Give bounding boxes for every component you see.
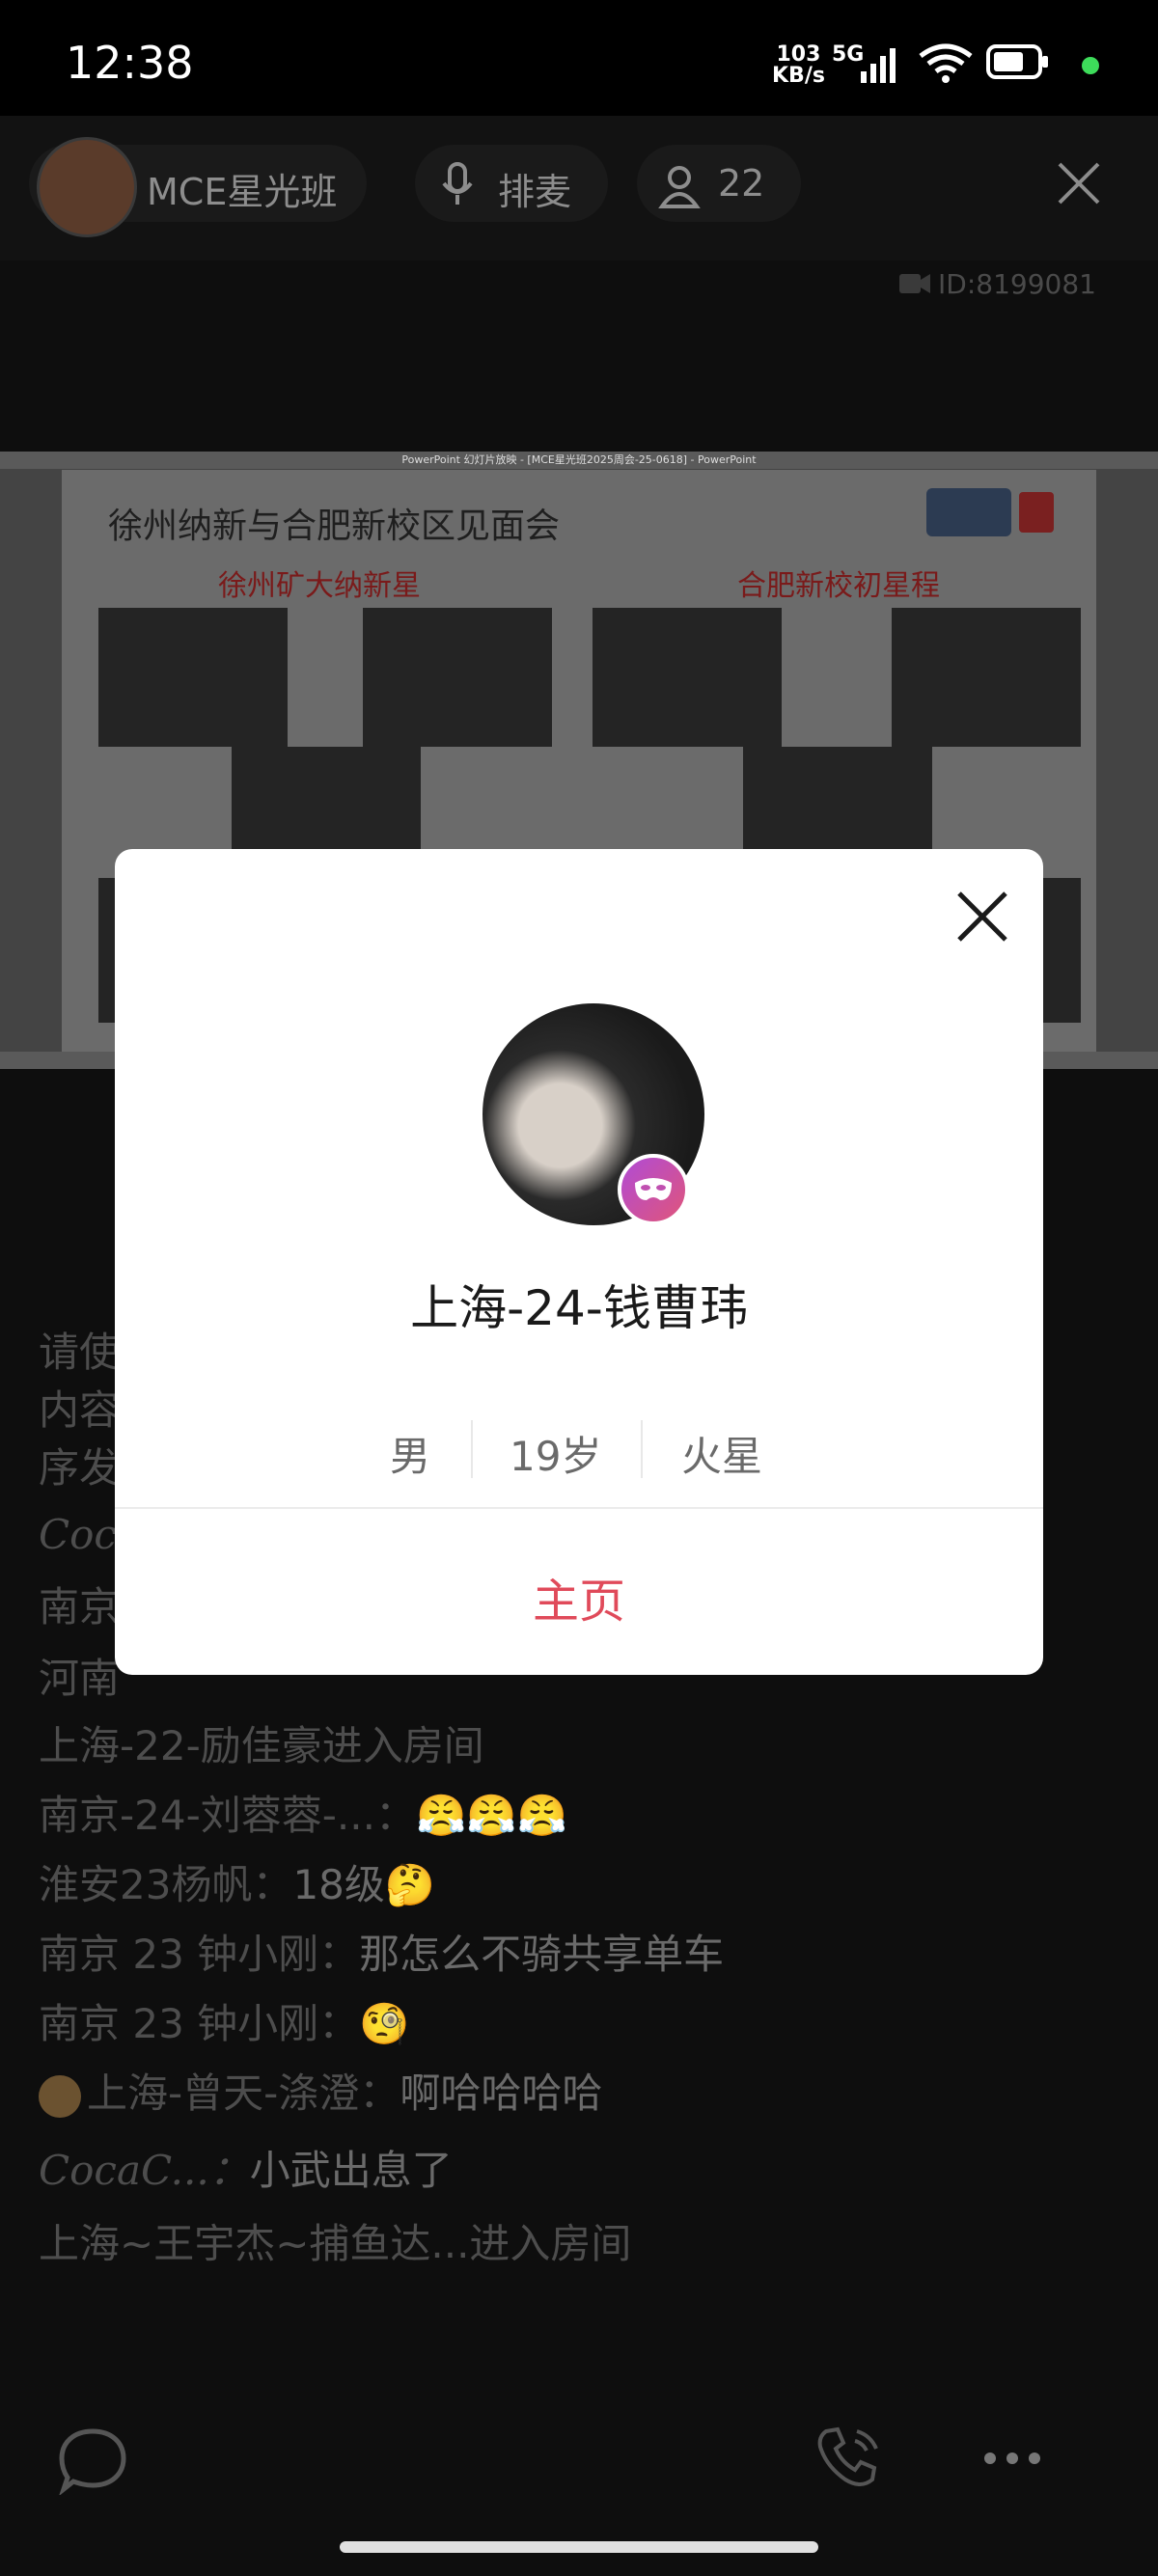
close-modal-icon[interactable] (955, 890, 1009, 944)
user-zodiac: 火星 (681, 1433, 763, 1480)
mask-icon (635, 1178, 672, 1200)
info-divider (471, 1420, 473, 1478)
profile-home-button[interactable]: 主页 (115, 1563, 1043, 1631)
user-age: 19岁 (510, 1433, 602, 1480)
user-gender: 男 (390, 1433, 431, 1480)
mask-badge-icon (618, 1154, 689, 1225)
modal-divider (115, 1507, 1043, 1509)
info-divider (641, 1420, 643, 1478)
user-profile-modal (115, 849, 1043, 1675)
user-name: 上海-24-钱曹玮 (410, 1280, 748, 1336)
